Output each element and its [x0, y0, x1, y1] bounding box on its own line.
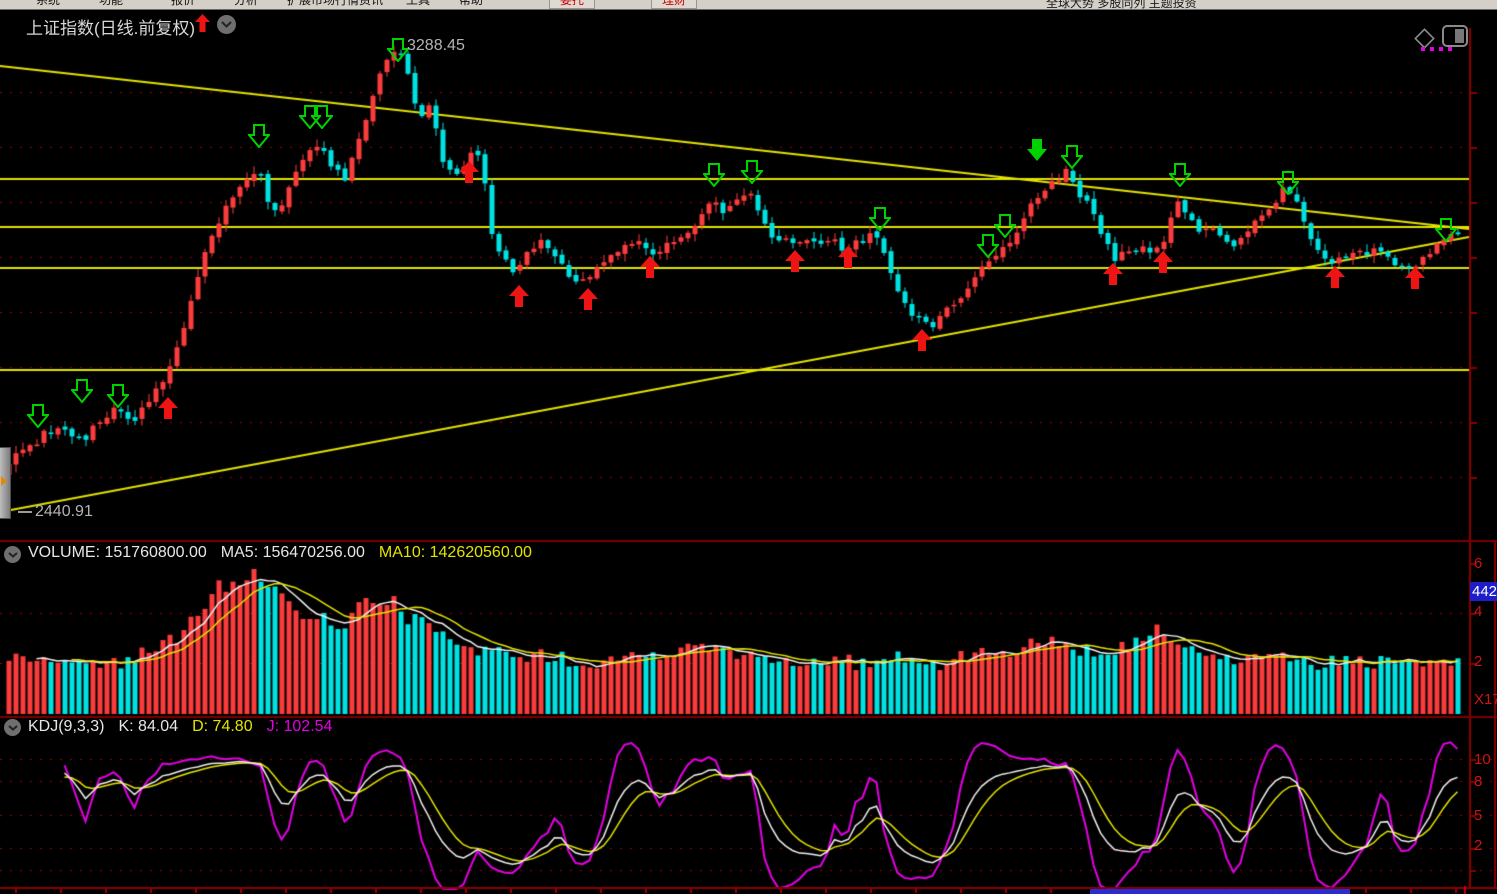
kdj-j-label: J:	[267, 718, 279, 735]
sell-signal-arrow	[1169, 163, 1191, 187]
sell-signal-arrow	[387, 38, 409, 62]
kdj-k-value: 84.04	[138, 718, 178, 735]
volume-axis-label: 2	[1474, 653, 1482, 670]
vol-ma10-value: 142620560.00	[430, 544, 532, 561]
kdj-k-label: K:	[118, 718, 133, 735]
menu-red-button[interactable]: 理财	[651, 0, 697, 9]
kdj-d-label: D:	[192, 718, 208, 735]
menu-item[interactable]: 分析	[234, 0, 258, 7]
peak-price-label: 3288.45	[407, 37, 465, 55]
sell-signal-arrow	[869, 207, 891, 231]
menu-item[interactable]: 报价	[171, 0, 195, 7]
menu-item[interactable]: 扩展市场行情	[287, 0, 359, 7]
sell-signal-arrow	[1435, 218, 1457, 242]
kdj-axis-label: 10	[1474, 751, 1491, 768]
buy-signal-arrow	[458, 160, 480, 184]
menu-bar: 系统 功能 报价 分析 扩展市场行情资讯 工具 帮助 委托 理财 全球大势 多股同列 主题投资	[0, 0, 1497, 10]
kdj-panel-header: KDJ(9,3,3) K: 84.04 D: 74.80 J: 102.54	[28, 718, 332, 736]
sell-signal-arrow	[741, 160, 763, 184]
sell-signal-arrow	[248, 124, 270, 148]
buy-signal-arrow	[1404, 266, 1426, 290]
buy-signal-arrow	[157, 396, 179, 420]
collapse-chevron-button[interactable]	[217, 15, 236, 34]
kdj-axis-label: 5	[1474, 807, 1482, 824]
vol-ma5-label: MA5:	[221, 544, 258, 561]
layout-panel-icon[interactable]	[1442, 25, 1470, 49]
left-scroll-grip[interactable]	[0, 447, 11, 519]
volume-panel-header: VOLUME: 151760800.00 MA5: 156470256.00 M…	[28, 544, 532, 562]
volume-current-badge: 442	[1470, 582, 1497, 601]
buy-signal-arrow	[911, 328, 933, 352]
volume-axis-label: 6	[1474, 555, 1482, 572]
grip-arrow-icon	[1, 476, 7, 486]
kdj-collapse-button[interactable]	[4, 719, 21, 736]
chevron-down-icon	[8, 552, 18, 558]
sell-signal-arrow	[994, 214, 1016, 238]
sell-signal-arrow	[703, 163, 725, 187]
kdj-axis-label: 8	[1474, 773, 1482, 790]
drawing-dots-indicator	[1421, 47, 1461, 53]
menu-item[interactable]: 工具	[406, 0, 430, 7]
kdj-axis-label: 2	[1474, 837, 1482, 854]
buy-signal-arrow	[784, 249, 806, 273]
trading-app-window: { "menu_bar": { "items": [ {"label":"系统"…	[0, 0, 1497, 894]
volume-value: 151760800.00	[104, 544, 206, 561]
kdj-j-value: 102.54	[284, 718, 333, 735]
sell-signal-arrow-solid	[1026, 138, 1048, 162]
buy-signal-arrow	[1324, 265, 1346, 289]
chevron-down-icon	[221, 21, 232, 28]
title-up-arrow-icon	[195, 14, 210, 32]
volume-axis-label: 4	[1474, 603, 1482, 620]
horizontal-scrollbar-thumb[interactable]	[1090, 889, 1350, 894]
chart-title: 上证指数(日线.前复权)	[26, 14, 195, 39]
sell-signal-arrow	[311, 105, 333, 129]
low-price-label: 2440.91	[18, 503, 93, 521]
volume-collapse-button[interactable]	[4, 546, 21, 563]
menu-red-button[interactable]: 委托	[549, 0, 595, 9]
vol-ma10-label: MA10:	[379, 544, 425, 561]
buy-signal-arrow	[639, 255, 661, 279]
menu-item[interactable]: 系统	[36, 0, 60, 7]
menu-item[interactable]: 资讯	[359, 0, 383, 7]
kdj-name: KDJ(9,3,3)	[28, 718, 104, 736]
buy-signal-arrow	[1102, 262, 1124, 286]
low-price-pointer	[18, 511, 32, 513]
sell-signal-arrow	[107, 384, 129, 408]
kdj-d-value: 74.80	[213, 718, 253, 735]
sell-signal-arrow	[71, 379, 93, 403]
volume-axis-label: X17	[1474, 691, 1497, 708]
buy-signal-arrow	[837, 245, 859, 269]
volume-label: VOLUME:	[28, 544, 100, 561]
stock-chart-canvas[interactable]	[0, 0, 1497, 894]
buy-signal-arrow	[1152, 250, 1174, 274]
buy-signal-arrow	[508, 284, 530, 308]
sell-signal-arrow	[1061, 145, 1083, 169]
buy-signal-arrow	[577, 287, 599, 311]
chevron-down-icon	[8, 725, 18, 731]
menu-item[interactable]: 功能	[99, 0, 123, 7]
sell-signal-arrow	[1277, 171, 1299, 195]
sell-signal-arrow	[27, 404, 49, 428]
vol-ma5-value: 156470256.00	[263, 544, 365, 561]
menu-item[interactable]: 帮助	[459, 0, 483, 7]
menu-right-links[interactable]: 全球大势 多股同列 主题投资	[1046, 0, 1197, 10]
